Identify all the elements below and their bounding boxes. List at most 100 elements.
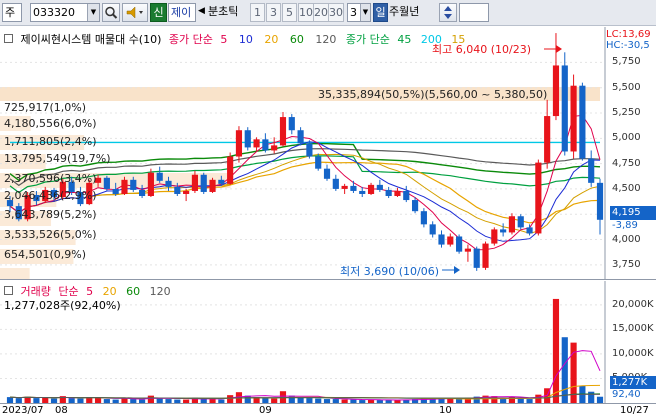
ma-5: 5 bbox=[220, 33, 228, 46]
candle-body bbox=[456, 236, 463, 252]
candle-body bbox=[183, 190, 190, 194]
candle-body bbox=[271, 145, 278, 151]
current-change: -3,89 bbox=[612, 220, 638, 231]
candle-body bbox=[552, 65, 560, 117]
candle-body bbox=[517, 216, 524, 228]
period-30-button[interactable]: 30 bbox=[328, 3, 344, 22]
volume-legend-checkbox[interactable] bbox=[4, 286, 13, 295]
caret-left-icon[interactable]: ◀ bbox=[198, 3, 206, 22]
period-5-button[interactable]: 5 bbox=[282, 3, 297, 22]
price-tick-label: 3,750 bbox=[612, 258, 641, 270]
price-tick-label: 5,250 bbox=[612, 107, 641, 119]
volume-profile-label: 2,046,436(2,9%) bbox=[4, 189, 97, 202]
candle-body bbox=[139, 189, 146, 197]
volume-bar bbox=[147, 395, 154, 403]
ma2-label: 종가 단순 bbox=[345, 33, 390, 46]
period-3-button[interactable]: 3 bbox=[266, 3, 281, 22]
candle-body bbox=[535, 162, 542, 234]
date-label-start: 2023/07 bbox=[2, 405, 44, 416]
candle-body bbox=[191, 174, 199, 191]
price-chart-pane[interactable]: 제이씨현시스템 매물대 수(10) 종가 단순 5 10 20 60 120 종… bbox=[0, 27, 656, 280]
count-value: 3 bbox=[350, 6, 357, 19]
candle-body bbox=[174, 186, 181, 194]
candle-body bbox=[209, 179, 216, 192]
ma-20: 20 bbox=[264, 33, 279, 46]
candle-body bbox=[341, 185, 348, 189]
ma2-45: 45 bbox=[397, 33, 412, 46]
stock-code-value: 033320 bbox=[33, 6, 75, 19]
search-icon bbox=[105, 6, 118, 19]
candle-body bbox=[429, 224, 436, 235]
volume-profile-band bbox=[0, 268, 30, 279]
candle-body bbox=[526, 227, 533, 234]
price-tick-label: 5,000 bbox=[612, 132, 641, 144]
volume-profile-label: 13,795,549(19,7%) bbox=[4, 152, 111, 165]
date-label-sep: 09 bbox=[259, 405, 272, 416]
count-chevron-down-icon[interactable]: ▼ bbox=[360, 4, 370, 21]
candle-body bbox=[332, 178, 339, 189]
volume-profile-label: 1,711,805(2,4%) bbox=[4, 135, 97, 148]
period-type-label[interactable]: 분초틱 bbox=[208, 3, 250, 22]
volume-bar bbox=[288, 395, 295, 403]
candle-body bbox=[253, 139, 260, 148]
sound-button[interactable] bbox=[122, 3, 148, 22]
search-button[interactable] bbox=[102, 3, 120, 22]
current-volume-tag: 1,277K bbox=[610, 376, 656, 389]
price-tick-label: 5,500 bbox=[612, 81, 641, 93]
price-legend-checkbox[interactable] bbox=[4, 34, 13, 43]
period-1-button[interactable]: 1 bbox=[250, 3, 265, 22]
stock-code-input[interactable]: 033320 ▼ bbox=[30, 3, 100, 22]
extra-input[interactable] bbox=[459, 3, 489, 22]
candle-body bbox=[200, 174, 207, 192]
date-axis[interactable]: 2023/07 08 09 10 10/27 bbox=[0, 403, 656, 419]
volume-bar bbox=[535, 394, 542, 403]
speaker-icon bbox=[126, 6, 143, 19]
volume-chart-pane[interactable]: 거래량 단순 5 20 60 120 1,277,028주(92,40%) 20… bbox=[0, 281, 656, 403]
stock-name-field[interactable]: 제이 bbox=[168, 3, 196, 22]
candle-body bbox=[130, 179, 137, 190]
market-value: 주 bbox=[5, 6, 16, 19]
candle-body bbox=[403, 190, 410, 201]
period-20-button[interactable]: 20 bbox=[313, 3, 329, 22]
candle-body bbox=[491, 229, 498, 244]
candle-body bbox=[297, 130, 304, 144]
volume-current: 1,277,028주(92,40%) bbox=[4, 299, 121, 312]
candle-body bbox=[464, 248, 471, 252]
candle-body bbox=[420, 211, 427, 225]
volume-bar bbox=[561, 337, 568, 403]
market-select[interactable]: 주 bbox=[2, 3, 22, 22]
volume-bar bbox=[227, 395, 234, 403]
period-day-button[interactable]: 일 bbox=[373, 3, 388, 22]
candle-body bbox=[350, 185, 357, 191]
candle-body bbox=[279, 117, 287, 146]
period-10-button[interactable]: 10 bbox=[298, 3, 314, 22]
stock-name-value: 제이 bbox=[171, 6, 192, 19]
candle-body bbox=[508, 216, 516, 233]
date-label-aug: 08 bbox=[55, 405, 68, 416]
candle-body bbox=[262, 139, 269, 151]
current-price-tag: 4,195 bbox=[610, 206, 656, 220]
date-label-oct: 10 bbox=[439, 405, 452, 416]
candle-body bbox=[218, 179, 225, 184]
date-label-last: 10/27 bbox=[620, 405, 649, 416]
volume-tick-label: 15,000K bbox=[612, 323, 654, 335]
new-listing-badge[interactable]: 신 bbox=[150, 3, 167, 22]
price-legend: 제이씨현시스템 매물대 수(10) 종가 단순 5 10 20 60 120 종… bbox=[4, 31, 469, 47]
volume-bar bbox=[588, 391, 595, 403]
arrow-updown-icon bbox=[444, 6, 452, 19]
candle-body bbox=[306, 143, 313, 157]
volume-profile-label: 4,180,556(6,0%) bbox=[4, 117, 97, 130]
updown-button[interactable] bbox=[439, 3, 457, 22]
count-select[interactable]: 3 ▼ bbox=[347, 3, 371, 22]
chart-toolbar: 주 033320 ▼ 신 제이 ◀ 분초틱 1 3 5 10 20 30 3 ▼… bbox=[0, 0, 656, 26]
candle-body bbox=[438, 234, 445, 245]
period-week-month-year[interactable]: 주월년 bbox=[389, 3, 429, 22]
current-volume-pct: 92,40 bbox=[612, 389, 641, 400]
candle-body bbox=[227, 156, 234, 184]
candle-body bbox=[244, 130, 251, 148]
ma-label: 종가 단순 bbox=[168, 33, 213, 46]
volume-profile-label: 2,370,596(3,4%) bbox=[4, 172, 97, 185]
candle-body bbox=[411, 200, 419, 212]
chevron-down-icon[interactable]: ▼ bbox=[87, 4, 99, 21]
candle-body bbox=[323, 168, 331, 179]
